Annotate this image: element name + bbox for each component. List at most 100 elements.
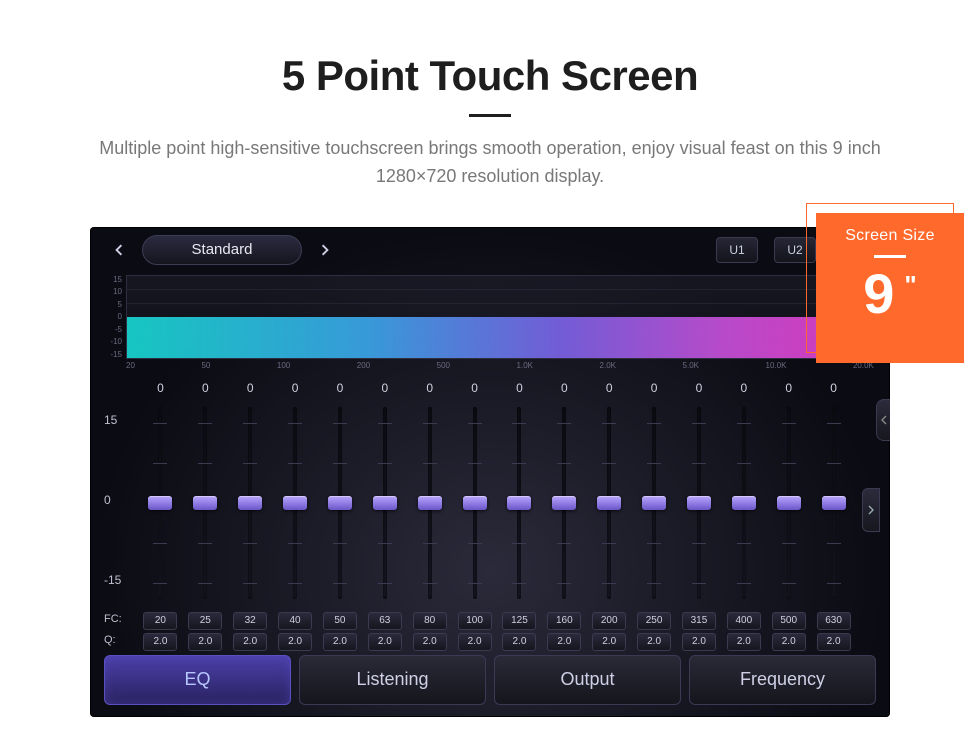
- eq-slider-thumb[interactable]: [687, 496, 711, 510]
- spectrum-x-tick: 10.0K: [766, 361, 787, 373]
- preset-name[interactable]: Standard: [142, 235, 302, 265]
- eq-slider-thumb[interactable]: [552, 496, 576, 510]
- spectrum-y-axis: 151050-5-10-15: [102, 275, 122, 359]
- eq-band-fc[interactable]: 20: [143, 612, 177, 630]
- eq-band-fc[interactable]: 400: [727, 612, 761, 630]
- eq-slider-track[interactable]: [542, 403, 587, 603]
- eq-slider-thumb[interactable]: [148, 496, 172, 510]
- eq-slider-thumb[interactable]: [507, 496, 531, 510]
- preset-prev-button[interactable]: [106, 237, 132, 263]
- eq-band: 0802.0: [407, 381, 452, 651]
- eq-band-fc[interactable]: 250: [637, 612, 671, 630]
- user-preset-1-button[interactable]: U1: [716, 237, 758, 263]
- eq-band-q[interactable]: 2.0: [727, 633, 761, 651]
- eq-band-q[interactable]: 2.0: [772, 633, 806, 651]
- eq-slider-thumb[interactable]: [238, 496, 262, 510]
- eq-slider-thumb[interactable]: [597, 496, 621, 510]
- spectrum-x-tick: 100: [277, 361, 290, 373]
- eq-band-q[interactable]: 2.0: [817, 633, 851, 651]
- eq-slider-thumb[interactable]: [732, 496, 756, 510]
- eq-slider-track[interactable]: [228, 403, 273, 603]
- eq-band: 0 200 2.0: [587, 381, 632, 651]
- eq-slider-track[interactable]: [407, 403, 452, 603]
- eq-band-fc[interactable]: 160: [547, 612, 581, 630]
- eq-band: 0 160 2.0: [542, 381, 587, 651]
- eq-band-fc[interactable]: 25: [188, 612, 222, 630]
- eq-slider-thumb[interactable]: [777, 496, 801, 510]
- q-row-label: Q:: [104, 634, 116, 646]
- title-divider: [469, 114, 511, 117]
- preset-next-button[interactable]: [312, 237, 338, 263]
- eq-band-value: 0: [337, 381, 344, 399]
- eq-band-value: 0: [516, 381, 523, 399]
- eq-band-q[interactable]: 2.0: [502, 633, 536, 651]
- eq-band-q[interactable]: 2.0: [143, 633, 177, 651]
- eq-band-fc[interactable]: 200: [592, 612, 626, 630]
- eq-slider-track[interactable]: [452, 403, 497, 603]
- eq-band-q[interactable]: 2.0: [278, 633, 312, 651]
- eq-slider-thumb[interactable]: [193, 496, 217, 510]
- eq-slider-track[interactable]: [497, 403, 542, 603]
- eq-band-value: 0: [561, 381, 568, 399]
- eq-band: 0 630 2.0: [811, 381, 856, 651]
- eq-band-q[interactable]: 2.0: [592, 633, 626, 651]
- eq-band-fc[interactable]: 100: [458, 612, 492, 630]
- tab-output[interactable]: Output: [494, 655, 681, 705]
- eq-slider-track[interactable]: [677, 403, 722, 603]
- spectrum-x-tick: 2.0K: [600, 361, 616, 373]
- eq-band-q[interactable]: 2.0: [368, 633, 402, 651]
- eq-slider-track[interactable]: [721, 403, 766, 603]
- eq-band-fc[interactable]: 32: [233, 612, 267, 630]
- eq-band: 03152.0: [677, 381, 722, 651]
- eq-slider-track[interactable]: [183, 403, 228, 603]
- tab-eq[interactable]: EQ: [104, 655, 291, 705]
- eq-slider-thumb[interactable]: [642, 496, 666, 510]
- eq-slider-track[interactable]: [273, 403, 318, 603]
- expand-handle[interactable]: [862, 488, 880, 532]
- eq-slider-thumb[interactable]: [822, 496, 846, 510]
- eq-band-fc[interactable]: 40: [278, 612, 312, 630]
- eq-slider-track[interactable]: [811, 403, 856, 603]
- eq-band-fc[interactable]: 500: [772, 612, 806, 630]
- spectrum-x-axis: 20501002005001.0K2.0K5.0K10.0K20.0K: [126, 361, 874, 373]
- eq-slider-track[interactable]: [318, 403, 363, 603]
- tab-listening[interactable]: Listening: [299, 655, 486, 705]
- eq-slider-track[interactable]: [362, 403, 407, 603]
- eq-band-fc[interactable]: 63: [368, 612, 402, 630]
- eq-slider-thumb[interactable]: [463, 496, 487, 510]
- eq-band-fc[interactable]: 315: [682, 612, 716, 630]
- eq-band: 0 63 2.0: [362, 381, 407, 651]
- eq-band-q[interactable]: 2.0: [637, 633, 671, 651]
- eq-band-fc[interactable]: 80: [413, 612, 447, 630]
- eq-band-q[interactable]: 2.0: [188, 633, 222, 651]
- eq-slider-thumb[interactable]: [328, 496, 352, 510]
- eq-band-value: 0: [381, 381, 388, 399]
- tab-frequency[interactable]: Frequency: [689, 655, 876, 705]
- eq-slider-track[interactable]: [632, 403, 677, 603]
- eq-slider-thumb[interactable]: [418, 496, 442, 510]
- eq-band-q[interactable]: 2.0: [413, 633, 447, 651]
- eq-slider-track[interactable]: [138, 403, 183, 603]
- eq-slider-thumb[interactable]: [373, 496, 397, 510]
- eq-slider-thumb[interactable]: [283, 496, 307, 510]
- eq-band: 0 50 2.0: [318, 381, 363, 651]
- eq-scale-max: 15: [104, 413, 117, 427]
- eq-band-q[interactable]: 2.0: [323, 633, 357, 651]
- tab-bar: EQListeningOutputFrequency: [104, 655, 876, 705]
- eq-band-q[interactable]: 2.0: [682, 633, 716, 651]
- eq-slider-track[interactable]: [766, 403, 811, 603]
- eq-band-value: 0: [247, 381, 254, 399]
- eq-band-value: 0: [606, 381, 613, 399]
- eq-band: 02502.0: [632, 381, 677, 651]
- eq-band-q[interactable]: 2.0: [233, 633, 267, 651]
- spectrum-x-tick: 1.0K: [517, 361, 533, 373]
- eq-band-value: 0: [830, 381, 837, 399]
- eq-band-fc[interactable]: 125: [502, 612, 536, 630]
- eq-band-fc[interactable]: 50: [323, 612, 357, 630]
- eq-slider-track[interactable]: [587, 403, 632, 603]
- spectrum-y-tick: -5: [102, 325, 122, 334]
- eq-band-q[interactable]: 2.0: [458, 633, 492, 651]
- eq-band-q[interactable]: 2.0: [547, 633, 581, 651]
- spectrum-y-tick: -15: [102, 350, 122, 359]
- eq-band-fc[interactable]: 630: [817, 612, 851, 630]
